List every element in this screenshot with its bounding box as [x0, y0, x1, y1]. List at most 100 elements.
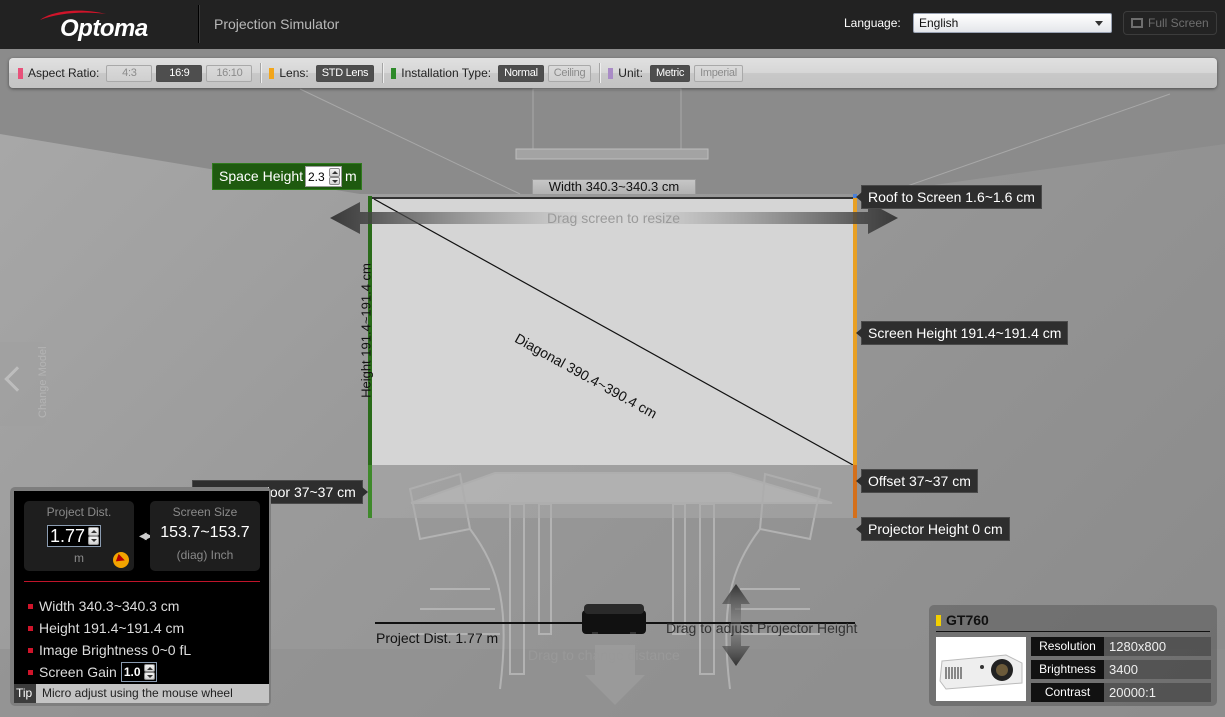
bullet-icon — [28, 669, 33, 675]
fullscreen-icon — [1131, 18, 1143, 28]
screen-size-title: Screen Size — [172, 505, 238, 519]
spec-value: 20000:1 — [1104, 683, 1211, 702]
stat-brightness: Image Brightness 0~0 fL — [28, 639, 191, 661]
model-card-divider — [936, 631, 1210, 632]
installation-marker — [391, 67, 397, 79]
ceiling-mount-bar — [515, 148, 709, 160]
toolbar-separator — [599, 63, 601, 83]
screen-size-box: Screen Size 153.7~153.7 (diag) Inch — [150, 501, 260, 571]
header-divider — [198, 5, 199, 43]
aspect-16-9-button[interactable]: 16:9 — [156, 64, 203, 82]
toolbar-separator — [382, 63, 384, 83]
projector-image — [936, 637, 1026, 701]
flag-icon[interactable] — [113, 552, 129, 568]
projector-photo-icon — [939, 654, 1023, 690]
spec-value: 3400 — [1104, 660, 1211, 679]
lens-marker — [269, 67, 275, 79]
spin-down-icon[interactable] — [88, 536, 99, 545]
change-model-button[interactable]: Change Model — [0, 342, 49, 426]
tip-bar: Tip Micro adjust using the mouse wheel — [14, 684, 269, 703]
aspect-4-3-button[interactable]: 4:3 — [106, 64, 153, 82]
tip-badge: Tip — [14, 684, 36, 703]
stat-width: Width 340.3~340.3 cm — [28, 595, 191, 617]
diagonal-line — [373, 198, 854, 465]
spec-key: Contrast — [1031, 683, 1104, 702]
bullet-icon — [28, 625, 33, 631]
brand-name: Optoma — [60, 15, 148, 42]
screen-gain-spinner[interactable] — [143, 664, 155, 680]
screen-to-floor-bar — [368, 465, 372, 518]
screen-offset-area — [372, 465, 855, 518]
stat-height-text: Height 191.4~191.4 cm — [39, 620, 185, 636]
spec-contrast-row: Contrast 20000:1 — [1031, 683, 1211, 702]
projector-height-tag: Projector Height 0 cm — [856, 517, 1010, 541]
spec-resolution-row: Resolution 1280x800 — [1031, 637, 1211, 656]
offset-bar — [853, 465, 857, 518]
ceiling-install-button[interactable]: Ceiling — [547, 64, 592, 82]
space-height-spinner[interactable] — [329, 168, 340, 185]
spin-down-icon[interactable] — [329, 176, 340, 185]
control-panel: Project Dist. 1.77 m ◀▶ Screen Size 153.… — [10, 487, 271, 706]
fullscreen-button[interactable]: Full Screen — [1123, 11, 1217, 35]
toolbar-separator — [260, 63, 262, 83]
space-height-value: 2.3 — [308, 170, 325, 184]
chevron-left-icon — [4, 366, 30, 392]
aspect-ratio-label: Aspect Ratio: — [28, 66, 100, 80]
language-value: English — [919, 16, 959, 30]
aspect-ratio-group: Aspect Ratio: 4:3 16:9 16:10 Lens: STD L… — [18, 63, 747, 83]
spin-up-icon[interactable] — [143, 664, 155, 672]
drag-distance-hint: Drag to change distance — [528, 647, 680, 663]
aspect-16-10-button[interactable]: 16:10 — [206, 64, 253, 82]
screen-height-vertical-label: Height 191.4~191.4 cm — [358, 263, 374, 398]
app-header: Optoma Projection Simulator Language: En… — [0, 0, 1225, 49]
stat-height: Height 191.4~191.4 cm — [28, 617, 191, 639]
stat-brightness-text: Image Brightness 0~0 fL — [39, 642, 192, 658]
spin-up-icon[interactable] — [329, 168, 340, 177]
project-distance-title: Project Dist. — [46, 505, 112, 519]
throw-distance-label: Project Dist. 1.77 m — [376, 630, 499, 646]
installation-type-label: Installation Type: — [401, 66, 492, 80]
project-distance-input[interactable]: 1.77 — [47, 525, 101, 547]
model-marker — [936, 615, 941, 626]
link-arrows-icon: ◀▶ — [139, 531, 152, 542]
project-distance-spinner[interactable] — [88, 527, 99, 545]
std-lens-button[interactable]: STD Lens — [315, 64, 375, 82]
lens-label: Lens: — [279, 66, 309, 80]
screen-gain-label: Screen Gain — [39, 664, 117, 680]
roof-to-screen-tag: Roof to Screen 1.6~1.6 cm — [856, 185, 1042, 209]
drag-resize-hint: Drag screen to resize — [547, 210, 681, 226]
app-title: Projection Simulator — [214, 16, 340, 32]
project-distance-box: Project Dist. 1.77 m — [24, 501, 134, 571]
bullet-icon — [28, 647, 33, 653]
fullscreen-label: Full Screen — [1148, 16, 1209, 30]
spin-down-icon[interactable] — [143, 672, 155, 680]
screen-gain-input[interactable]: 1.0 — [120, 662, 157, 682]
normal-install-button[interactable]: Normal — [498, 64, 544, 82]
projector-icon[interactable] — [580, 604, 648, 634]
space-height-input[interactable]: 2.3 — [305, 166, 342, 187]
bullet-icon — [28, 603, 33, 609]
spin-up-icon[interactable] — [88, 527, 99, 536]
screen-gain-value: 1.0 — [123, 665, 141, 679]
change-model-label: Change Model — [37, 346, 49, 418]
screen-height-tag: Screen Height 191.4~191.4 cm — [855, 321, 1069, 345]
screen-width-label: Width 340.3~340.3 cm — [532, 179, 696, 195]
spec-key: Brightness — [1031, 660, 1104, 679]
drag-height-hint: Drag to adjust Projector Height — [666, 620, 858, 636]
project-distance-value: 1.77 — [50, 526, 86, 546]
space-height-unit: m — [345, 168, 357, 184]
imperial-unit-button[interactable]: Imperial — [694, 64, 743, 82]
spec-key: Resolution — [1031, 637, 1104, 656]
metric-unit-button[interactable]: Metric — [649, 64, 691, 82]
space-height-control: Space Height 2.3 m — [212, 163, 362, 190]
offset-tag: Offset 37~37 cm — [856, 469, 978, 493]
language-select[interactable]: English — [913, 13, 1112, 33]
aspect-ratio-marker — [18, 67, 23, 79]
chevron-down-icon — [1095, 21, 1103, 26]
screen-size-unit: (diag) Inch — [176, 548, 234, 562]
spec-value: 1280x800 — [1104, 637, 1211, 656]
stat-screen-gain: Screen Gain 1.0 — [28, 661, 191, 683]
unit-label: Unit: — [618, 66, 643, 80]
panel-divider — [24, 581, 260, 582]
model-name: GT760 — [946, 612, 989, 628]
